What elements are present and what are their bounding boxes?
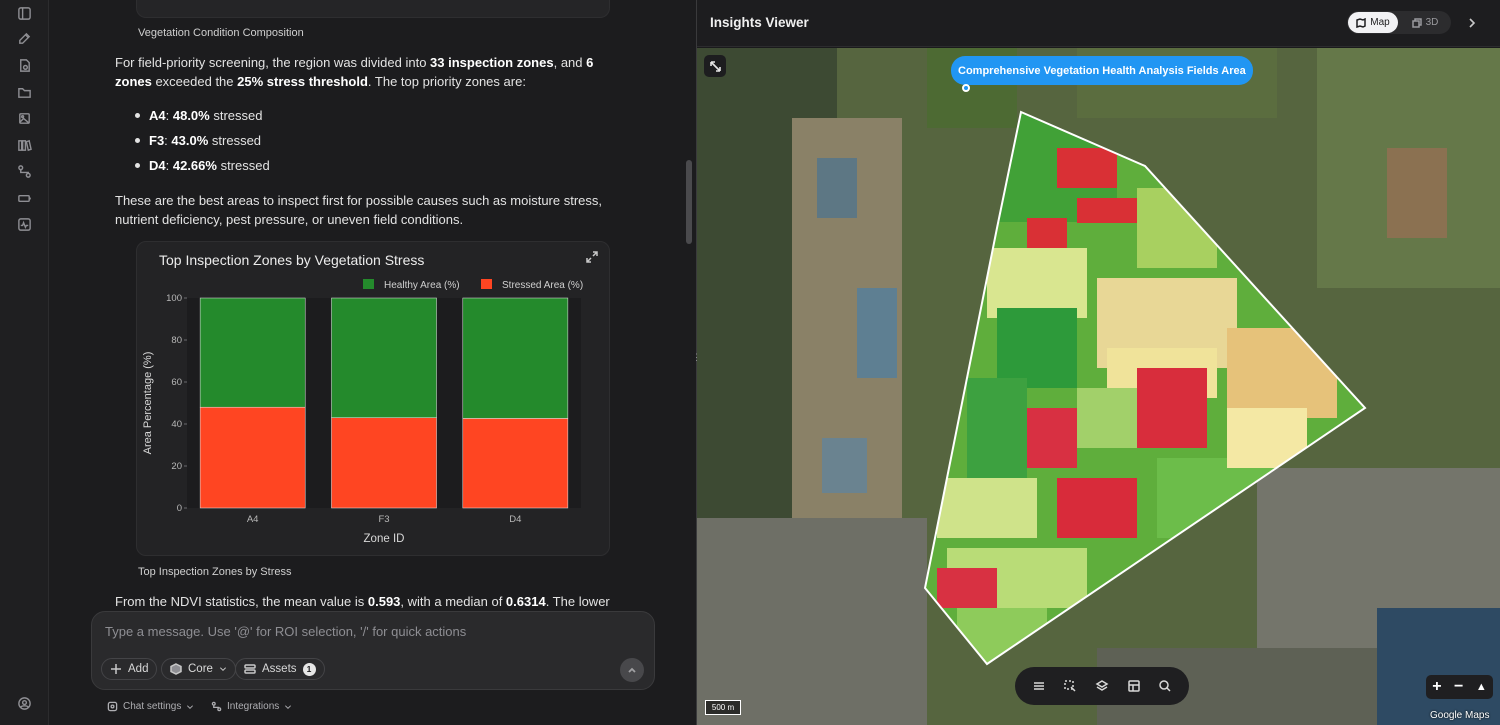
composition-caption: Vegetation Condition Composition [138,27,304,39]
y-tick-label: 0 [177,503,182,514]
fit-bounds-button[interactable] [704,55,726,77]
chevron-down-icon [187,704,194,709]
bar-healthy-A4 [199,297,306,408]
map-toolbar [1015,667,1189,705]
plus-icon [111,664,121,674]
chevron-up-icon [628,667,636,673]
map-view-button[interactable]: Map [1348,12,1398,33]
menu-icon[interactable] [1030,677,1048,695]
expand-icon[interactable] [585,250,601,266]
legend-label: Healthy Area (%) [384,280,460,291]
chat-scrollbar[interactable] [686,160,692,244]
3d-view-button[interactable]: 3D [1401,12,1449,33]
list-item: D4: 42.66% stressed [131,156,270,181]
assets-count-badge: 1 [302,662,316,676]
expand-arrows-icon [709,60,721,72]
x-axis-label: Zone ID [364,533,405,545]
search-icon[interactable] [1156,677,1174,695]
new-chat-icon[interactable] [15,29,33,47]
chat-settings-link[interactable]: Chat settings [107,701,194,712]
y-tick-label: 100 [166,293,182,304]
add-button[interactable]: Add [101,658,158,680]
settings-icon [107,701,118,712]
y-tick-label: 40 [171,419,182,430]
chart-title: Top Inspection Zones by Vegetation Stres… [159,252,425,268]
assets-button[interactable]: Assets 1 [235,658,325,680]
legend-swatch [481,279,492,289]
inspection-paragraph: These are the best areas to inspect firs… [115,193,602,227]
y-tick-label: 80 [171,335,182,346]
assets-icon [244,664,256,674]
priority-zone-list: A4: 48.0% stressed F3: 43.0% stressed D4… [131,106,270,181]
y-axis-label: Area Percentage (%) [142,352,154,455]
chart-caption: Top Inspection Zones by Stress [138,566,292,578]
chevron-down-icon [285,704,292,709]
list-item: F3: 43.0% stressed [131,131,270,156]
user-account-icon[interactable] [15,694,33,712]
zoom-in-button[interactable]: + [1432,678,1441,696]
document-search-icon[interactable] [15,56,33,74]
view-mode-toggle: Map 3D [1347,11,1451,34]
integrations-link[interactable]: Integrations [211,701,292,712]
chevron-right-icon[interactable] [1467,16,1479,30]
screening-paragraph: For field-priority screening, the region… [115,55,594,89]
send-button[interactable] [620,658,644,682]
map-attribution: Google Maps [1430,710,1490,721]
3d-box-icon [1411,17,1422,28]
list-item: A4: 48.0% stressed [131,106,270,131]
roi-pin [962,84,970,92]
cube-icon [170,663,182,675]
core-model-select[interactable]: Core [161,658,236,680]
bar-stressed-F3 [331,417,437,509]
select-region-icon[interactable] [1061,677,1079,695]
workflow-icon[interactable] [15,162,33,180]
insights-viewer: Insights Viewer Map 3D Comprehensive Veg… [697,0,1500,725]
activity-icon[interactable] [15,215,33,233]
gallery-icon[interactable] [15,109,33,127]
y-tick-label: 20 [171,461,182,472]
integrations-icon [211,701,222,712]
app-window: Vegetation Condition Composition For fie… [0,0,1500,725]
battery-icon[interactable] [15,189,33,207]
sidebar-toggle-icon[interactable] [15,4,33,22]
previous-chart-card [136,0,610,18]
x-tick-label: A4 [247,514,259,525]
map-icon [1356,17,1367,28]
left-rail [0,0,49,725]
map-imagery [697,48,1500,725]
map-scale: 500 m [705,700,741,715]
bar-healthy-F3 [331,297,437,418]
x-tick-label: F3 [378,514,389,525]
message-composer: Add Core Assets 1 [91,611,655,690]
compass-icon[interactable]: ▲ [1476,681,1487,693]
table-icon[interactable] [1125,677,1143,695]
satellite-map[interactable]: Comprehensive Vegetation Health Analysis… [697,48,1500,725]
folder-icon[interactable] [15,83,33,101]
stress-chart-card: 0 20 40 60 80 100 A4 F3 D4 Zone ID Area Percentage… [136,241,610,556]
bar-stressed-D4 [462,418,569,509]
viewer-header: Insights Viewer Map 3D [697,0,1500,47]
x-tick-label: D4 [509,514,521,525]
bar-stressed-A4 [199,406,306,509]
bar-healthy-D4 [462,297,569,419]
chevron-down-icon [219,667,226,672]
library-icon[interactable] [15,136,33,154]
stacked-bar-chart: 0 20 40 60 80 100 A4 F3 D4 Zone ID Area Percentage… [142,279,583,545]
zoom-controls: + − ▲ [1426,675,1493,699]
layers-icon[interactable] [1093,677,1111,695]
viewer-title: Insights Viewer [710,15,809,30]
message-input[interactable] [105,624,635,639]
zoom-out-button[interactable]: − [1454,678,1463,696]
chat-panel: Vegetation Condition Composition For fie… [49,0,696,725]
legend-swatch [363,279,374,289]
legend-label: Stressed Area (%) [502,280,583,291]
y-tick-label: 60 [171,377,182,388]
roi-label[interactable]: Comprehensive Vegetation Health Analysis… [951,56,1253,85]
